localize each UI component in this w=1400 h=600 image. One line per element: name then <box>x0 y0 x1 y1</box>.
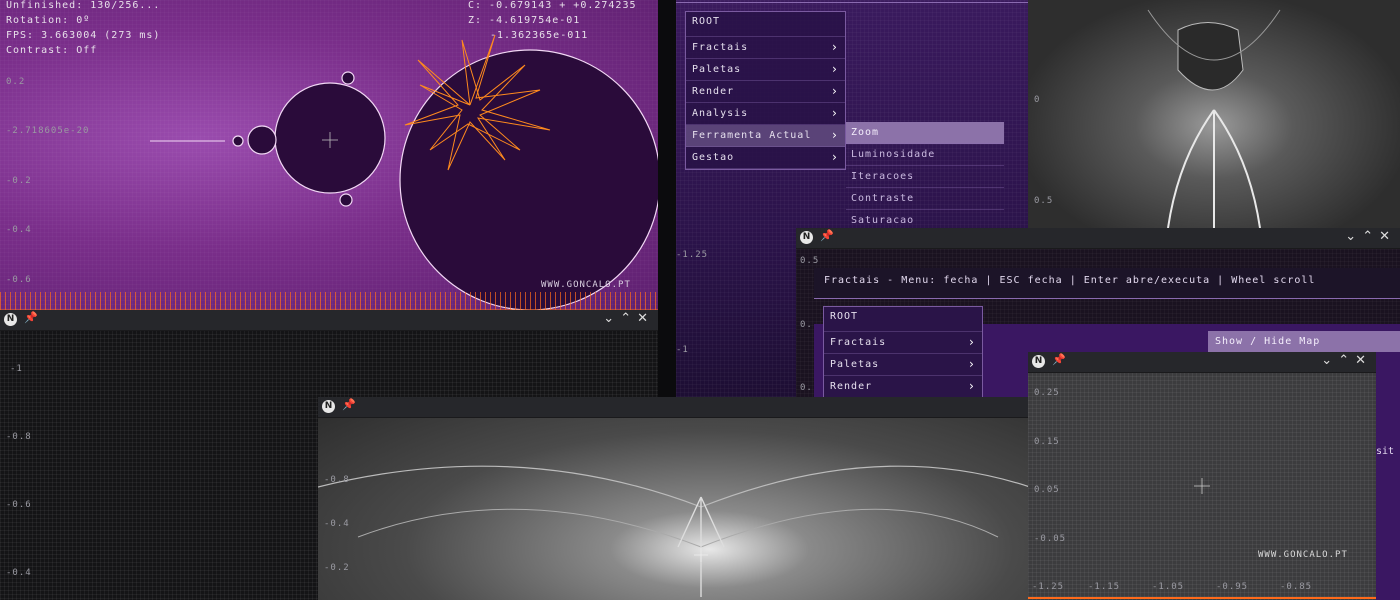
chevron-right-icon: › <box>830 150 839 164</box>
menu-item-render[interactable]: Render › <box>824 376 982 398</box>
crosshair <box>1028 478 1376 599</box>
title-bar[interactable]: N 📌 ⌄⌃✕ <box>0 310 658 331</box>
y-tick: -0.05 <box>1034 534 1067 544</box>
hud-line-1: Unfinished: 130/256... <box>6 0 161 11</box>
coord-z2: -1.362365e-011 <box>490 30 589 41</box>
hud-line-4: Contrast: Off <box>6 45 98 56</box>
submenu-item-iteracoes[interactable]: Iteracoes <box>846 166 1004 188</box>
menu-root-header: ROOT <box>686 12 845 37</box>
y-tick: -0.4 <box>324 519 350 529</box>
root-menu: ROOT Fractais › Paletas › Render › Analysis… <box>685 11 846 170</box>
y-tick: -0.8 <box>6 432 32 442</box>
submenu-item-luminosidade[interactable]: Luminosidade <box>846 144 1004 166</box>
close-button[interactable]: ✕ <box>637 311 654 326</box>
minimize-button[interactable]: ⌄ <box>1345 229 1362 244</box>
y-tick: 0.15 <box>1034 437 1060 447</box>
pin-icon[interactable]: 📌 <box>820 229 834 242</box>
submenu-item-zoom[interactable]: Zoom <box>846 122 1004 144</box>
coord-c: C: -0.679143 + +0.274235 <box>468 0 637 11</box>
y-tick: 0.05 <box>1034 485 1060 495</box>
y-tick: -2.718605e-20 <box>6 126 90 136</box>
small-fractal-window[interactable]: N 📌 ⌄⌃✕ 0.25 0.15 0.05 -0.05 -1.25 -1.15… <box>1028 352 1376 600</box>
grey-fractal-shape <box>1147 9 1281 228</box>
menu-item-paletas[interactable]: Paletas › <box>686 59 845 81</box>
chevron-right-icon: › <box>830 40 839 54</box>
fps-histogram-bars <box>0 292 658 310</box>
bottom-fractal-shape <box>318 465 1030 597</box>
menu-item-ferramenta-actual[interactable]: Ferramenta Actual › <box>686 125 845 147</box>
grey-fractal-window[interactable]: 0 0.5 <box>1028 0 1400 228</box>
y-tick: 0. <box>800 383 813 393</box>
chevron-right-icon: › <box>967 379 976 393</box>
app-logo-icon: N <box>4 313 17 326</box>
y-tick: -1.25 <box>676 250 709 260</box>
help-root-menu: ROOT Fractais › Paletas › Render › <box>823 306 983 399</box>
chevron-right-icon: › <box>830 106 839 120</box>
hud-line-2: Rotation: 0º <box>6 15 91 26</box>
x-tick: -1.15 <box>1088 582 1121 592</box>
menu-root-header: ROOT <box>824 307 982 332</box>
submenu-item-contraste[interactable]: Contraste <box>846 188 1004 210</box>
menu-item-fractais[interactable]: Fractais › <box>824 332 982 354</box>
watermark: WWW.GONCALO.PT <box>541 280 631 290</box>
help-header: Fractais - Menu: fecha | ESC fecha | Ent… <box>814 268 1400 299</box>
mandelbrot-set <box>0 34 658 310</box>
menu-item-gestao[interactable]: Gestao › <box>686 147 845 169</box>
show-hide-map-button[interactable]: Show / Hide Map <box>1208 331 1400 352</box>
chevron-right-icon: › <box>967 335 976 349</box>
maximize-button[interactable]: ⌃ <box>1362 229 1379 244</box>
y-tick: -0.4 <box>6 568 32 578</box>
x-tick: -0.85 <box>1280 582 1313 592</box>
y-tick: 0.5 <box>1034 196 1054 206</box>
y-tick: 0.2 <box>6 77 26 87</box>
y-tick: -0.6 <box>6 275 32 285</box>
menu-item-render[interactable]: Render › <box>686 81 845 103</box>
y-tick: -1 <box>10 364 23 374</box>
chevron-right-icon: › <box>830 128 839 142</box>
app-logo-icon: N <box>800 231 813 244</box>
y-tick: -0.8 <box>324 475 350 485</box>
menu-item-analysis[interactable]: Analysis › <box>686 103 845 125</box>
close-button[interactable]: ✕ <box>1379 229 1396 244</box>
mandelbrot-window[interactable]: Unfinished: 130/256... Rotation: 0º FPS:… <box>0 0 658 310</box>
maximize-button[interactable]: ⌃ <box>620 311 637 326</box>
side-fragment: sit <box>1376 446 1395 457</box>
y-tick: 0 <box>1034 95 1041 105</box>
y-tick: 0.25 <box>1034 388 1060 398</box>
x-tick: -1.05 <box>1152 582 1185 592</box>
coord-z: Z: -4.619754e-01 <box>468 15 581 26</box>
y-tick: -0.2 <box>6 176 32 186</box>
chevron-right-icon: › <box>967 357 976 371</box>
chevron-right-icon: › <box>830 62 839 76</box>
y-tick: 0.5 <box>800 256 820 266</box>
minimize-button[interactable]: ⌄ <box>603 311 620 326</box>
chevron-right-icon: › <box>830 84 839 98</box>
y-tick: 0. <box>800 320 813 330</box>
y-tick: -0.6 <box>6 500 32 510</box>
hud-line-3: FPS: 3.663004 (273 ms) <box>6 30 161 41</box>
menu-item-paletas[interactable]: Paletas › <box>824 354 982 376</box>
title-bar[interactable]: N 📌 ⌄⌃✕ <box>796 228 1400 249</box>
bottom-fractal-window[interactable]: N 📌 -0.8 -0.4 -0.2 <box>318 397 1030 600</box>
y-tick: -0.2 <box>324 563 350 573</box>
y-tick: -0.4 <box>6 225 32 235</box>
submenu: Zoom Luminosidade Iteracoes Contraste Sa… <box>846 122 1004 232</box>
watermark: WWW.GONCALO.PT <box>1258 550 1348 560</box>
pin-icon[interactable]: 📌 <box>24 311 38 324</box>
x-tick: -0.95 <box>1216 582 1249 592</box>
menu-item-fractais[interactable]: Fractais › <box>686 37 845 59</box>
x-tick: -1.25 <box>1032 582 1065 592</box>
y-tick: -1 <box>676 345 689 355</box>
